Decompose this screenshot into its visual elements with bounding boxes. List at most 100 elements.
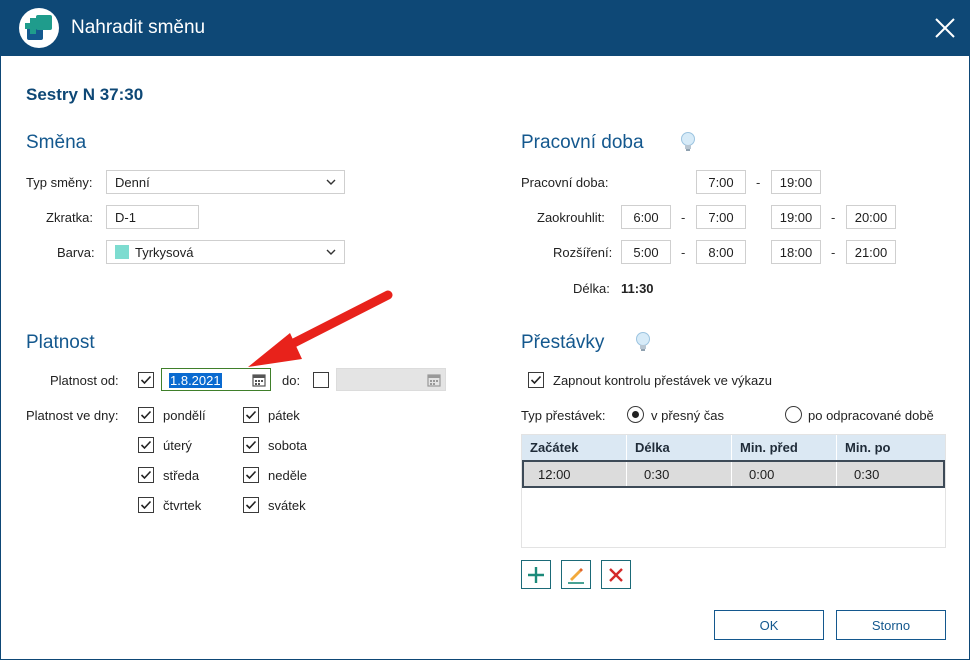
valid-to-checkbox[interactable]: [313, 372, 329, 388]
chevron-down-icon: [326, 249, 336, 255]
round-from-min-input[interactable]: 6:00: [621, 205, 671, 229]
edit-break-button[interactable]: [561, 560, 591, 589]
day-checkbox-utery[interactable]: [138, 437, 154, 453]
dash: -: [831, 245, 836, 260]
column-header-length[interactable]: Délka: [627, 435, 732, 460]
table-row[interactable]: 12:00 0:30 0:00 0:30: [522, 460, 945, 488]
day-label: středa: [163, 468, 200, 483]
extend-label: Rozšíření:: [553, 245, 613, 260]
round-from-max-input[interactable]: 7:00: [696, 205, 746, 229]
add-break-button[interactable]: [521, 560, 551, 589]
color-select[interactable]: Tyrkysová: [106, 240, 345, 264]
break-type-after-radio[interactable]: [785, 406, 802, 423]
ok-button[interactable]: OK: [714, 610, 824, 640]
valid-from-checkbox[interactable]: [138, 372, 154, 388]
valid-from-label: Platnost od:: [50, 373, 119, 388]
dash: -: [831, 210, 836, 225]
abbr-label: Zkratka:: [46, 210, 93, 225]
close-icon[interactable]: [929, 12, 961, 44]
delete-x-icon: [609, 568, 623, 582]
section-title-pracovni-doba: Pracovní doba: [521, 132, 644, 153]
check-icon: [140, 470, 152, 480]
pencil-icon: [568, 568, 584, 584]
break-type-exact-radio[interactable]: [627, 406, 644, 423]
column-header-start[interactable]: Začátek: [522, 435, 627, 460]
work-to-input[interactable]: 19:00: [771, 170, 821, 194]
check-icon: [530, 375, 542, 385]
day-checkbox-sobota[interactable]: [243, 437, 259, 453]
valid-from-date-value: 1.8.2021: [169, 373, 222, 388]
valid-to-label: do:: [282, 373, 301, 388]
title-bar: Nahradit směnu: [0, 0, 970, 56]
day-label: úterý: [163, 438, 192, 453]
day-checkbox-streda[interactable]: [138, 467, 154, 483]
chevron-down-icon: [326, 179, 336, 185]
day-checkbox-patek[interactable]: [243, 407, 259, 423]
dialog-border: [0, 56, 970, 660]
shift-type-label: Typ směny:: [26, 175, 93, 190]
day-label: sobota: [268, 438, 308, 453]
window-title: Nahradit směnu: [71, 17, 206, 38]
round-to-min-input[interactable]: 19:00: [771, 205, 821, 229]
color-value: Tyrkysová: [135, 245, 194, 260]
table-cell: 0:30: [854, 467, 880, 482]
length-value: 11:30: [621, 281, 654, 296]
day-checkbox-svatek[interactable]: [243, 497, 259, 513]
check-icon: [140, 410, 152, 420]
dash: -: [681, 210, 686, 225]
day-label: neděle: [268, 468, 308, 483]
extend-to-min-input[interactable]: 18:00: [771, 240, 821, 264]
day-label: svátek: [268, 498, 306, 513]
break-control-checkbox[interactable]: [528, 372, 544, 388]
break-type-exact-label: v přesný čas: [651, 408, 724, 423]
extend-from-min-input[interactable]: 5:00: [621, 240, 671, 264]
check-icon: [140, 500, 152, 510]
round-to-max-input[interactable]: 20:00: [846, 205, 896, 229]
color-swatch: [115, 245, 129, 259]
table-cell: 0:30: [627, 462, 732, 486]
day-label: čtvrtek: [163, 498, 202, 513]
calendar-icon[interactable]: [252, 373, 266, 387]
break-control-label: Zapnout kontrolu přestávek ve výkazu: [553, 373, 772, 388]
extend-from-max-input[interactable]: 8:00: [696, 240, 746, 264]
color-label: Barva:: [57, 245, 95, 260]
break-type-label: Typ přestávek:: [521, 408, 606, 423]
section-title-prestavky: Přestávky: [521, 332, 605, 353]
day-checkbox-ctvrtek[interactable]: [138, 497, 154, 513]
extend-to-max-input[interactable]: 21:00: [846, 240, 896, 264]
column-header-min-before[interactable]: Min. před: [732, 435, 837, 460]
section-title-platnost: Platnost: [26, 332, 95, 353]
radio-selected-dot: [631, 410, 639, 418]
lightbulb-icon[interactable]: [634, 331, 652, 353]
day-label: pondělí: [163, 408, 206, 423]
valid-to-date-input: [336, 368, 446, 391]
break-type-after-label: po odpracované době: [808, 408, 934, 423]
shift-type-value: Denní: [115, 175, 150, 190]
section-title-smena: Směna: [26, 132, 87, 153]
cancel-button[interactable]: Storno: [836, 610, 946, 640]
check-icon: [140, 440, 152, 450]
check-icon: [245, 500, 257, 510]
day-checkbox-nedele[interactable]: [243, 467, 259, 483]
column-header-min-after[interactable]: Min. po: [837, 435, 945, 460]
day-label: pátek: [268, 408, 300, 423]
table-cell: 0:00: [732, 462, 837, 486]
valid-days-label: Platnost ve dny:: [26, 408, 119, 423]
work-from-input[interactable]: 7:00: [696, 170, 746, 194]
length-label: Délka:: [573, 281, 610, 296]
app-logo-plus-icon: [19, 8, 59, 48]
dash: -: [681, 245, 686, 260]
check-icon: [140, 375, 152, 385]
breaks-grid[interactable]: Začátek Délka Min. před Min. po 12:00 0:…: [521, 434, 946, 548]
abbr-input[interactable]: D-1: [106, 205, 199, 229]
shift-type-select[interactable]: Denní: [106, 170, 345, 194]
valid-from-date-input[interactable]: 1.8.2021: [161, 368, 271, 391]
day-checkbox-pondeli[interactable]: [138, 407, 154, 423]
plus-icon: [528, 567, 544, 583]
check-icon: [245, 440, 257, 450]
check-icon: [245, 410, 257, 420]
lightbulb-icon[interactable]: [679, 131, 697, 153]
table-cell: 12:00: [524, 462, 627, 486]
work-time-label: Pracovní doba:: [521, 175, 609, 190]
delete-break-button[interactable]: [601, 560, 631, 589]
